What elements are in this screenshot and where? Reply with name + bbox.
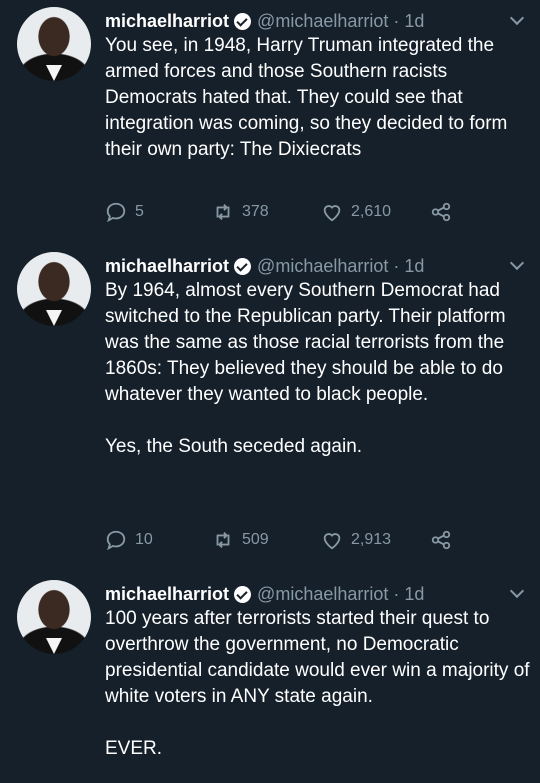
- tweet[interactable]: michaelharriot @michaelharriot · 1d By 1…: [0, 252, 540, 567]
- tweet-header: michaelharriot @michaelharriot · 1d: [105, 7, 424, 35]
- reply-icon: [106, 530, 126, 551]
- tweet-text: You see, in 1948, Harry Truman integrate…: [105, 35, 508, 160]
- tweet-header: michaelharriot @michaelharriot · 1d: [105, 252, 424, 280]
- reply-button[interactable]: 10: [105, 528, 153, 552]
- like-count: 2,913: [351, 531, 392, 548]
- retweet-button[interactable]: 378: [212, 200, 269, 224]
- chevron-down-icon[interactable]: [509, 10, 525, 26]
- like-button[interactable]: 2,913: [321, 528, 391, 552]
- heart-icon: [323, 533, 341, 550]
- handle-timestamp[interactable]: @michaelharriot · 1d: [257, 584, 424, 605]
- verified-badge-icon: [234, 257, 252, 275]
- tweet-text: By 1964, almost every Southern Democrat …: [105, 280, 506, 457]
- handle-timestamp[interactable]: @michaelharriot · 1d: [257, 11, 424, 32]
- reply-count: 10: [135, 531, 153, 548]
- reply-count: 5: [135, 203, 144, 220]
- tweet[interactable]: michaelharriot @michaelharriot · 1d You …: [0, 7, 540, 232]
- handle-timestamp[interactable]: @michaelharriot · 1d: [257, 256, 424, 277]
- share-button[interactable]: [430, 528, 460, 552]
- avatar[interactable]: [17, 580, 91, 654]
- retweet-button[interactable]: 509: [212, 528, 269, 552]
- reply-icon: [106, 202, 126, 223]
- tweet-text: 100 years after terrorists started their…: [105, 608, 530, 759]
- display-name[interactable]: michaelharriot: [105, 11, 229, 32]
- display-name[interactable]: michaelharriot: [105, 256, 229, 277]
- share-icon: [431, 202, 451, 222]
- chevron-down-icon[interactable]: [509, 583, 525, 599]
- retweet-count: 378: [242, 203, 269, 220]
- like-button[interactable]: 2,610: [321, 200, 391, 224]
- chevron-down-icon[interactable]: [509, 255, 525, 271]
- retweet-icon: [216, 532, 230, 548]
- tweet[interactable]: michaelharriot @michaelharriot · 1d 100 …: [0, 580, 540, 780]
- heart-icon: [323, 205, 341, 222]
- share-icon: [431, 530, 451, 550]
- like-count: 2,610: [351, 203, 392, 220]
- retweet-count: 509: [242, 531, 269, 548]
- display-name[interactable]: michaelharriot: [105, 584, 229, 605]
- avatar[interactable]: [17, 252, 91, 326]
- verified-badge-icon: [234, 585, 252, 603]
- reply-button[interactable]: 5: [105, 200, 144, 224]
- tweet-header: michaelharriot @michaelharriot · 1d: [105, 580, 424, 608]
- retweet-icon: [216, 204, 230, 220]
- share-button[interactable]: [430, 200, 460, 224]
- avatar[interactable]: [17, 7, 91, 81]
- verified-badge-icon: [234, 12, 252, 30]
